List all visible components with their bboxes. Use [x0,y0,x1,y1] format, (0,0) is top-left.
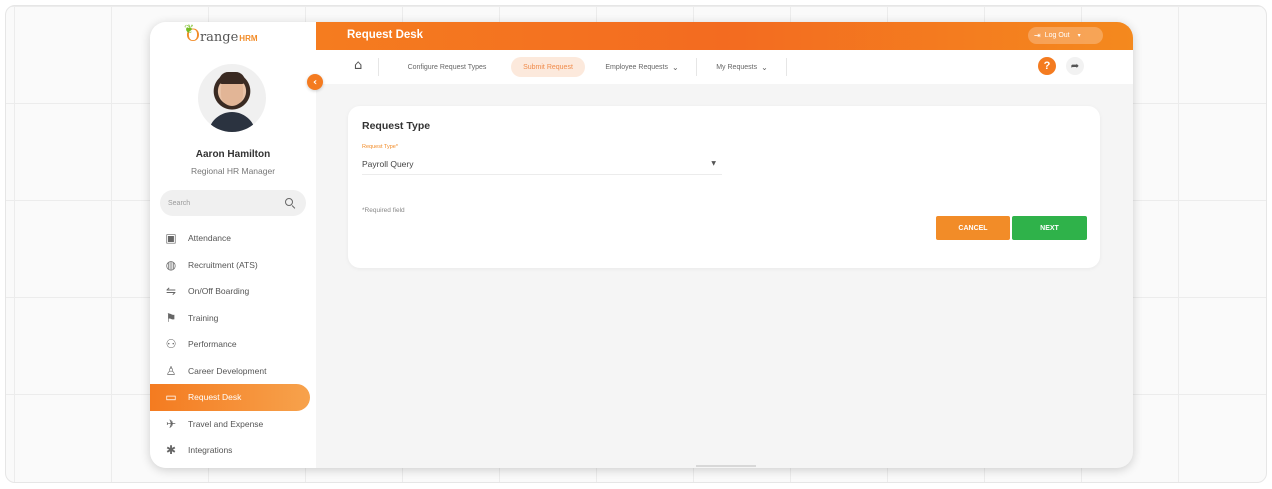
cancel-button[interactable]: CANCEL [936,216,1010,240]
app-window: ❦ O range HRM Aaron Hamilton Regional HR… [150,22,1133,468]
chevron-down-icon: ⌄ [671,62,679,72]
sidebar-collapse-button[interactable]: ‹ [307,74,323,90]
sidebar: ❦ O range HRM Aaron Hamilton Regional HR… [150,22,316,468]
sidebar-item-label: Recruitment (ATS) [188,259,258,270]
sidebar-item-label: Performance [188,339,237,350]
plane-icon: ✈ [165,416,177,431]
sidebar-item-label: Request Desk [188,392,242,403]
avatar[interactable] [198,64,266,132]
sidebar-item-label: Travel and Expense [188,418,264,429]
handshake-icon: ⇋ [165,284,177,299]
tab-employee-requests[interactable]: Employee Requests ⌄ [590,57,694,77]
sidebar-item-attendance[interactable]: ▣ Attendance [150,225,316,252]
avatar-hair [219,72,245,84]
sidebar-item-performance[interactable]: ⚇ Performance [150,331,316,358]
sidebar-item-onoff-boarding[interactable]: ⇋ On/Off Boarding [150,278,316,305]
calendar-icon: ▣ [165,231,177,246]
help-label: ? [1043,60,1051,72]
required-field-note: *Required field [362,207,405,214]
logout-button[interactable]: ⇥ Log Out ▾ [1028,27,1103,44]
nav-divider [786,58,787,76]
footer-mark [696,465,756,467]
search-placeholder: Search [168,199,191,207]
request-type-card: Request Type Request Type* Payroll Query… [348,106,1100,268]
logout-icon: ⇥ [1034,31,1041,40]
next-button[interactable]: NEXT [1012,216,1087,240]
tab-label: Employee Requests [605,63,668,71]
avatar-body [208,112,256,132]
career-icon: ♙ [165,363,177,378]
home-icon[interactable]: ⌂ [354,58,362,73]
gear-icon: ✱ [165,443,177,458]
tab-label: Configure Request Types [407,63,487,71]
logout-label: Log Out [1044,32,1070,39]
tab-configure-request-types[interactable]: Configure Request Types [388,57,506,77]
chevron-down-icon: ▾ [1077,32,1081,39]
sidebar-menu: ▣ Attendance ◍ Recruitment (ATS) ⇋ On/Of… [150,225,316,464]
card-title: Request Type [362,120,431,132]
tab-my-requests[interactable]: My Requests ⌄ [700,57,784,77]
logo-text: range [199,30,239,45]
sidebar-item-request-desk[interactable]: ▭ Request Desk [150,384,310,411]
sidebar-item-label: Career Development [188,365,267,376]
user-role: Regional HR Manager [190,166,276,176]
sidebar-item-label: On/Off Boarding [188,286,250,297]
request-type-select[interactable]: Payroll Query ▼ [362,153,722,175]
sidebar-item-career-development[interactable]: ♙ Career Development [150,358,316,385]
search-input[interactable]: Search [160,190,306,216]
tab-label: My Requests [716,63,758,71]
search-icon[interactable] [285,197,296,209]
nav-divider [378,58,379,76]
select-value: Payroll Query [362,158,414,169]
nav-divider [696,58,697,76]
request-desk-icon: ▭ [165,390,177,405]
orangehrm-logo[interactable]: ❦ O range HRM [184,22,258,46]
performance-icon: ⚇ [165,337,177,352]
module-nav: ⌂ Configure Request Types Submit Request… [316,50,1133,84]
help-icon[interactable]: ? [1038,57,1056,75]
sidebar-item-training[interactable]: ⚑ Training [150,305,316,332]
chevron-down-icon: ⌄ [761,62,768,72]
tab-submit-request[interactable]: Submit Request [511,57,585,77]
leaf-icon: ❦ [184,22,195,36]
sidebar-item-label: Training [188,312,219,323]
tab-label: Submit Request [523,63,573,71]
sidebar-item-recruitment[interactable]: ◍ Recruitment (ATS) [150,252,316,279]
request-type-label: Request Type* [362,144,398,150]
sidebar-item-integrations[interactable]: ✱ Integrations [150,437,316,464]
chat-bubble-icon: ◍ [165,257,177,272]
sidebar-item-travel-expense[interactable]: ✈ Travel and Expense [150,411,316,438]
logo-suffix: HRM [239,34,258,43]
page-title: Request Desk [347,29,424,41]
sidebar-item-label: Integrations [188,445,233,456]
sidebar-item-label: Attendance [188,233,232,244]
share-icon[interactable]: ➦ [1066,57,1084,75]
top-header: Request Desk ⇥ Log Out ▾ [316,22,1133,50]
training-icon: ⚑ [165,310,177,325]
user-name: Aaron Hamilton [195,149,271,160]
caret-down-icon: ▼ [711,160,716,167]
